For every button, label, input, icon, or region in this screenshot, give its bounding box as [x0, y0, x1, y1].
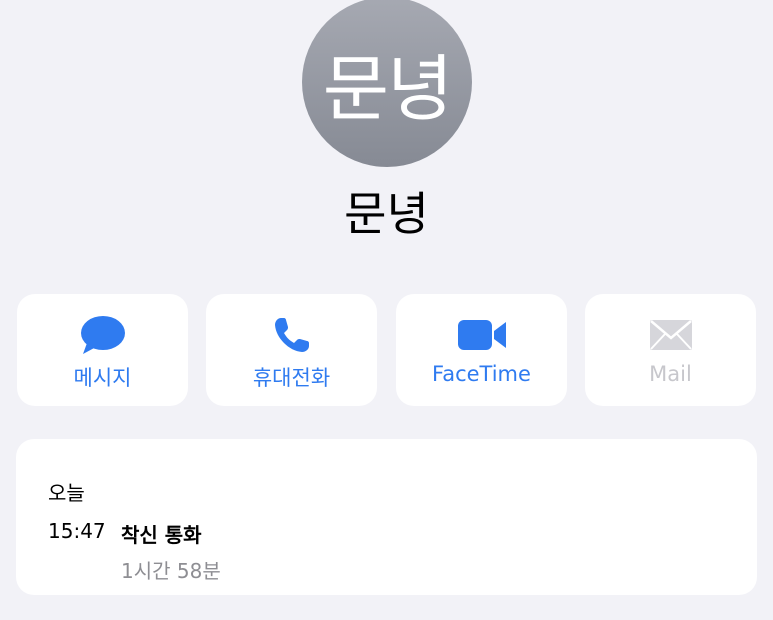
mail-button[interactable]: Mail — [585, 294, 756, 406]
avatar-initials: 문녕 — [322, 46, 453, 131]
facetime-label: FaceTime — [432, 362, 531, 386]
phone-icon — [206, 314, 377, 356]
call-time: 15:47 — [48, 519, 106, 543]
video-camera-icon — [396, 314, 567, 356]
message-bubble-icon — [17, 314, 188, 356]
call-duration: 1시간 58분 — [121, 559, 221, 583]
message-label: 메시지 — [73, 366, 132, 390]
facetime-button[interactable]: FaceTime — [396, 294, 567, 406]
contact-name: 문녕 — [344, 187, 429, 241]
mobile-call-label: 휴대전화 — [252, 366, 331, 390]
history-day-heading: 오늘 — [48, 481, 85, 505]
mobile-call-button[interactable]: 휴대전화 — [206, 294, 377, 406]
message-button[interactable]: 메시지 — [17, 294, 188, 406]
call-type: 착신 통화 — [121, 523, 202, 547]
envelope-icon — [585, 314, 756, 356]
mail-label: Mail — [649, 362, 692, 386]
quick-actions: 메시지 휴대전화 FaceTime Mail — [17, 294, 756, 406]
contact-avatar[interactable]: 문녕 — [302, 0, 472, 167]
call-history-card: 오늘 15:47 착신 통화 1시간 58분 — [16, 439, 757, 595]
